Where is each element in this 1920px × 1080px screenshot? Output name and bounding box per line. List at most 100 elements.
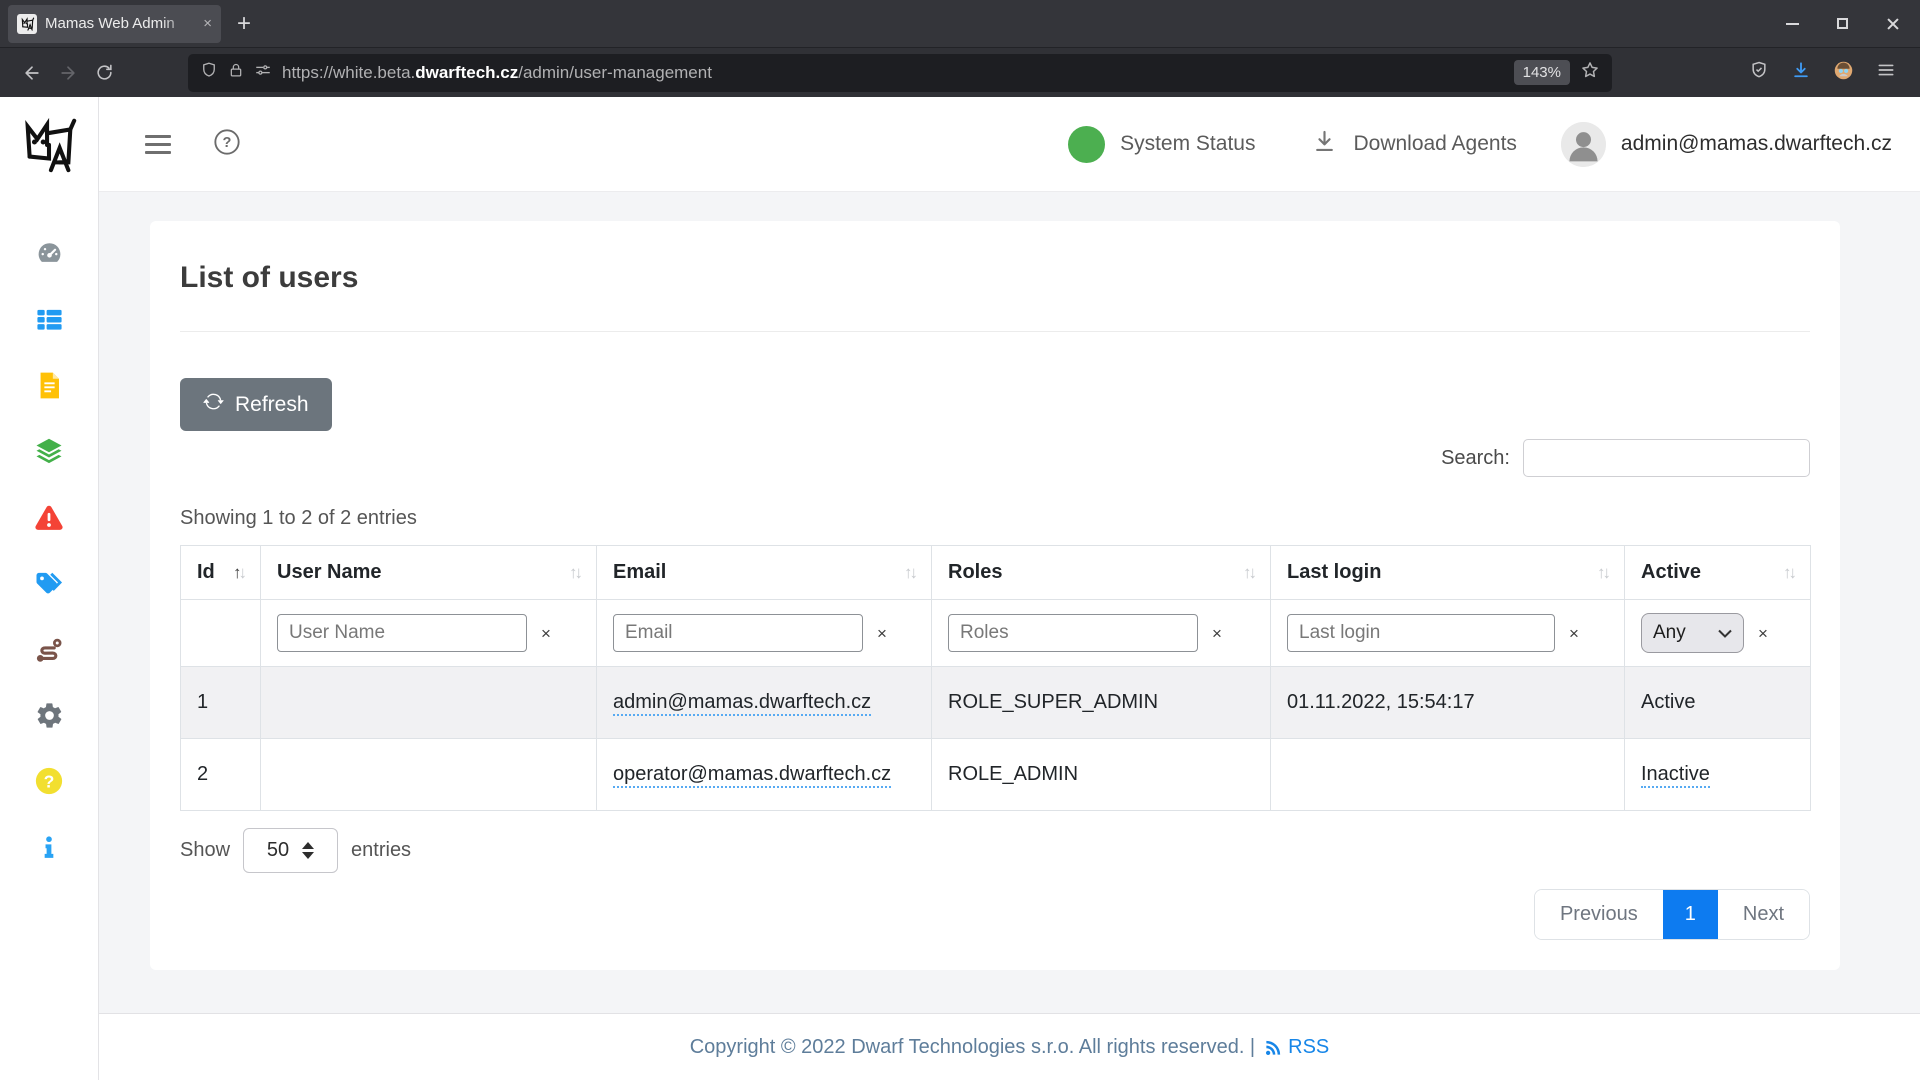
rss-link[interactable]: RSS <box>1264 1036 1329 1059</box>
status-green-dot-icon <box>1068 126 1105 163</box>
page-title: List of users <box>180 261 1810 295</box>
sort-icon: ↑↓ <box>1783 563 1794 583</box>
cell-roles: ROLE_ADMIN <box>932 739 1271 811</box>
refresh-button[interactable]: Refresh <box>180 378 332 431</box>
column-header-last-login[interactable]: Last login↑↓ <box>1271 546 1625 600</box>
lock-icon[interactable] <box>228 62 244 84</box>
bookmark-star-icon[interactable] <box>1580 60 1600 85</box>
sort-icon: ↑↓ <box>1597 563 1608 583</box>
favicon-icon <box>17 14 37 34</box>
filter-user-name-input[interactable] <box>277 614 527 652</box>
cell-active-status-link[interactable]: Inactive <box>1641 763 1710 788</box>
browser-tab-bar: Mamas Web Admin × + <box>0 0 1920 47</box>
site-settings-sliders-icon[interactable] <box>254 61 272 84</box>
tracking-protection-shield-icon[interactable] <box>1749 60 1769 85</box>
reload-icon[interactable] <box>86 63 122 82</box>
cell-last-login: 01.11.2022, 15:54:17 <box>1271 667 1625 739</box>
tab-title: Mamas Web Admin <box>45 15 195 32</box>
clear-filter-icon[interactable]: × <box>1569 625 1579 642</box>
sidebar-nav: ? <box>34 238 64 862</box>
browser-toolbar: https://white.beta.dwarftech.cz/admin/us… <box>0 47 1920 97</box>
search-input[interactable] <box>1523 439 1810 477</box>
app-header: ? System Status Download Agents <box>99 97 1920 192</box>
forward-icon[interactable] <box>50 63 86 83</box>
cell-id: 2 <box>181 739 261 811</box>
maximize-icon[interactable] <box>1837 18 1848 29</box>
app-window: ? ? System Status <box>0 97 1920 1080</box>
sidebar-item-dashboard-gauge-icon[interactable] <box>34 238 64 268</box>
cell-roles: ROLE_SUPER_ADMIN <box>932 667 1271 739</box>
updown-arrows-icon <box>302 842 314 859</box>
menu-hamburger-icon[interactable] <box>1876 60 1896 85</box>
account-email: admin@mamas.dwarftech.cz <box>1621 132 1892 156</box>
profile-avatar-icon[interactable] <box>1833 60 1854 86</box>
clear-filter-icon[interactable]: × <box>1212 625 1222 642</box>
refresh-label: Refresh <box>235 393 309 417</box>
sidebar-item-tags-icon[interactable] <box>34 568 64 598</box>
pagination-page-1[interactable]: 1 <box>1663 890 1718 939</box>
account-avatar-icon <box>1561 122 1606 167</box>
downloads-icon[interactable] <box>1791 60 1811 85</box>
sidebar-item-documents-icon[interactable] <box>34 370 64 400</box>
new-tab-button[interactable]: + <box>237 12 251 36</box>
clear-filter-icon[interactable]: × <box>877 625 887 642</box>
sidebar-item-data-tables-icon[interactable] <box>34 304 64 334</box>
search-label: Search: <box>1441 447 1510 470</box>
table-header-row: Id↑↓ User Name↑↓ Email↑↓ Roles↑↓ Last lo… <box>181 546 1811 600</box>
sidebar-item-alerts-warning-icon[interactable] <box>34 502 64 532</box>
pagination-previous[interactable]: Previous <box>1535 890 1663 939</box>
sort-icon: ↑↓ <box>904 563 915 583</box>
pagination-next[interactable]: Next <box>1718 890 1809 939</box>
minimize-icon[interactable] <box>1786 23 1799 25</box>
download-agents-label: Download Agents <box>1353 132 1516 156</box>
clear-filter-icon[interactable]: × <box>541 625 551 642</box>
account-menu[interactable]: admin@mamas.dwarftech.cz <box>1561 122 1892 167</box>
column-header-id[interactable]: Id↑↓ <box>181 546 261 600</box>
table-filter-row: × × × × Any × <box>181 600 1811 667</box>
column-header-active[interactable]: Active↑↓ <box>1625 546 1811 600</box>
app-help-icon[interactable]: ? <box>213 128 241 161</box>
filter-active-select[interactable]: Any <box>1641 613 1744 653</box>
cell-email-link[interactable]: operator@mamas.dwarftech.cz <box>613 763 891 788</box>
permissions-shield-icon[interactable] <box>200 61 218 84</box>
sort-icon: ↑↓ <box>233 563 244 583</box>
system-status[interactable]: System Status <box>1068 126 1255 163</box>
cell-email-link[interactable]: admin@mamas.dwarftech.cz <box>613 691 871 716</box>
sort-icon: ↑↓ <box>569 563 580 583</box>
column-header-email[interactable]: Email↑↓ <box>597 546 932 600</box>
filter-last-login-input[interactable] <box>1287 614 1555 652</box>
page-size-row: Show 50 entries <box>180 828 1810 873</box>
chevron-down-icon <box>1718 629 1732 638</box>
sidebar-item-layers-icon[interactable] <box>34 436 64 466</box>
table-row[interactable]: 1 admin@mamas.dwarftech.cz ROLE_SUPER_AD… <box>181 667 1811 739</box>
cell-last-login <box>1271 739 1625 811</box>
zoom-level-badge[interactable]: 143% <box>1514 60 1570 85</box>
url-text: https://white.beta.dwarftech.cz/admin/us… <box>282 63 712 83</box>
search-row: Search: <box>180 439 1810 477</box>
mamas-logo <box>18 109 80 182</box>
table-row[interactable]: 2 operator@mamas.dwarftech.cz ROLE_ADMIN… <box>181 739 1811 811</box>
svg-text:?: ? <box>223 135 232 151</box>
sidebar-item-settings-gear-icon[interactable] <box>34 700 64 730</box>
app-menu-hamburger-icon[interactable] <box>145 135 171 154</box>
show-label: Show <box>180 839 230 862</box>
url-bar[interactable]: https://white.beta.dwarftech.cz/admin/us… <box>188 54 1612 92</box>
title-divider <box>180 331 1810 332</box>
back-icon[interactable] <box>14 63 50 83</box>
browser-tab-active[interactable]: Mamas Web Admin × <box>8 5 221 43</box>
sidebar-item-info-icon[interactable] <box>34 832 64 862</box>
download-agents[interactable]: Download Agents <box>1311 128 1516 160</box>
page-size-select[interactable]: 50 <box>243 828 338 873</box>
sidebar-item-routes-icon[interactable] <box>34 634 64 664</box>
toolbar-extensions <box>1749 60 1906 86</box>
cell-active-status: Active <box>1625 667 1811 739</box>
filter-email-input[interactable] <box>613 614 863 652</box>
column-header-user-name[interactable]: User Name↑↓ <box>261 546 597 600</box>
filter-roles-input[interactable] <box>948 614 1198 652</box>
showing-entries-text: Showing 1 to 2 of 2 entries <box>180 507 1810 530</box>
column-header-roles[interactable]: Roles↑↓ <box>932 546 1271 600</box>
tab-close-icon[interactable]: × <box>203 16 212 31</box>
clear-filter-icon[interactable]: × <box>1758 625 1768 642</box>
sidebar-item-help-icon[interactable]: ? <box>34 766 64 796</box>
window-close-icon[interactable] <box>1886 17 1900 31</box>
